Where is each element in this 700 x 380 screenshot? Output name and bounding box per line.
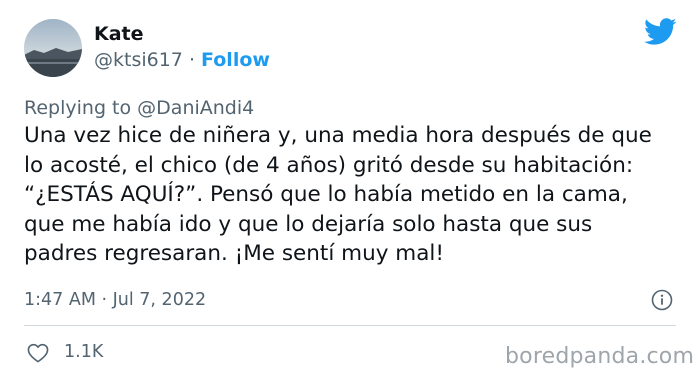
tweet-text-line: lo acosté, el chico (de 4 años) gritó de… bbox=[24, 152, 634, 178]
tweet-text-line: “¿ESTÁS AQUÍ?”. Pensó que lo había metid… bbox=[24, 182, 628, 207]
author-handle-row: @ktsi617 · Follow bbox=[94, 49, 270, 71]
info-icon[interactable] bbox=[651, 289, 673, 311]
tweet-text-line: que me había ido y que lo dejaría solo h… bbox=[24, 211, 593, 237]
heart-icon[interactable] bbox=[27, 343, 49, 363]
reply-mention-link[interactable]: @DaniAndi4 bbox=[137, 97, 254, 119]
tweet-text: Una vez hice de niñera y, una media hora… bbox=[24, 121, 684, 269]
tweet-text-line: Una vez hice de niñera y, una media hora… bbox=[24, 123, 652, 148]
author-name[interactable]: Kate bbox=[94, 23, 144, 45]
tweet-text-line: padres regresaran. ¡Me sentí muy mal! bbox=[24, 241, 444, 266]
tweet-card: Kate @ktsi617 · Follow Replying to @Dani… bbox=[0, 0, 700, 380]
avatar[interactable] bbox=[24, 19, 82, 77]
reply-context: Replying to @DaniAndi4 bbox=[24, 97, 254, 119]
watermark: boredpanda.com bbox=[505, 344, 695, 369]
reply-prefix: Replying to bbox=[24, 97, 132, 119]
tweet-timestamp[interactable]: 1:47 AM · Jul 7, 2022 bbox=[24, 290, 206, 310]
handle-separator: · bbox=[188, 49, 195, 71]
like-count: 1.1K bbox=[64, 342, 104, 362]
follow-button[interactable]: Follow bbox=[201, 49, 270, 71]
divider bbox=[24, 325, 676, 326]
author-handle[interactable]: @ktsi617 bbox=[94, 49, 183, 71]
twitter-bird-icon[interactable] bbox=[644, 18, 677, 46]
